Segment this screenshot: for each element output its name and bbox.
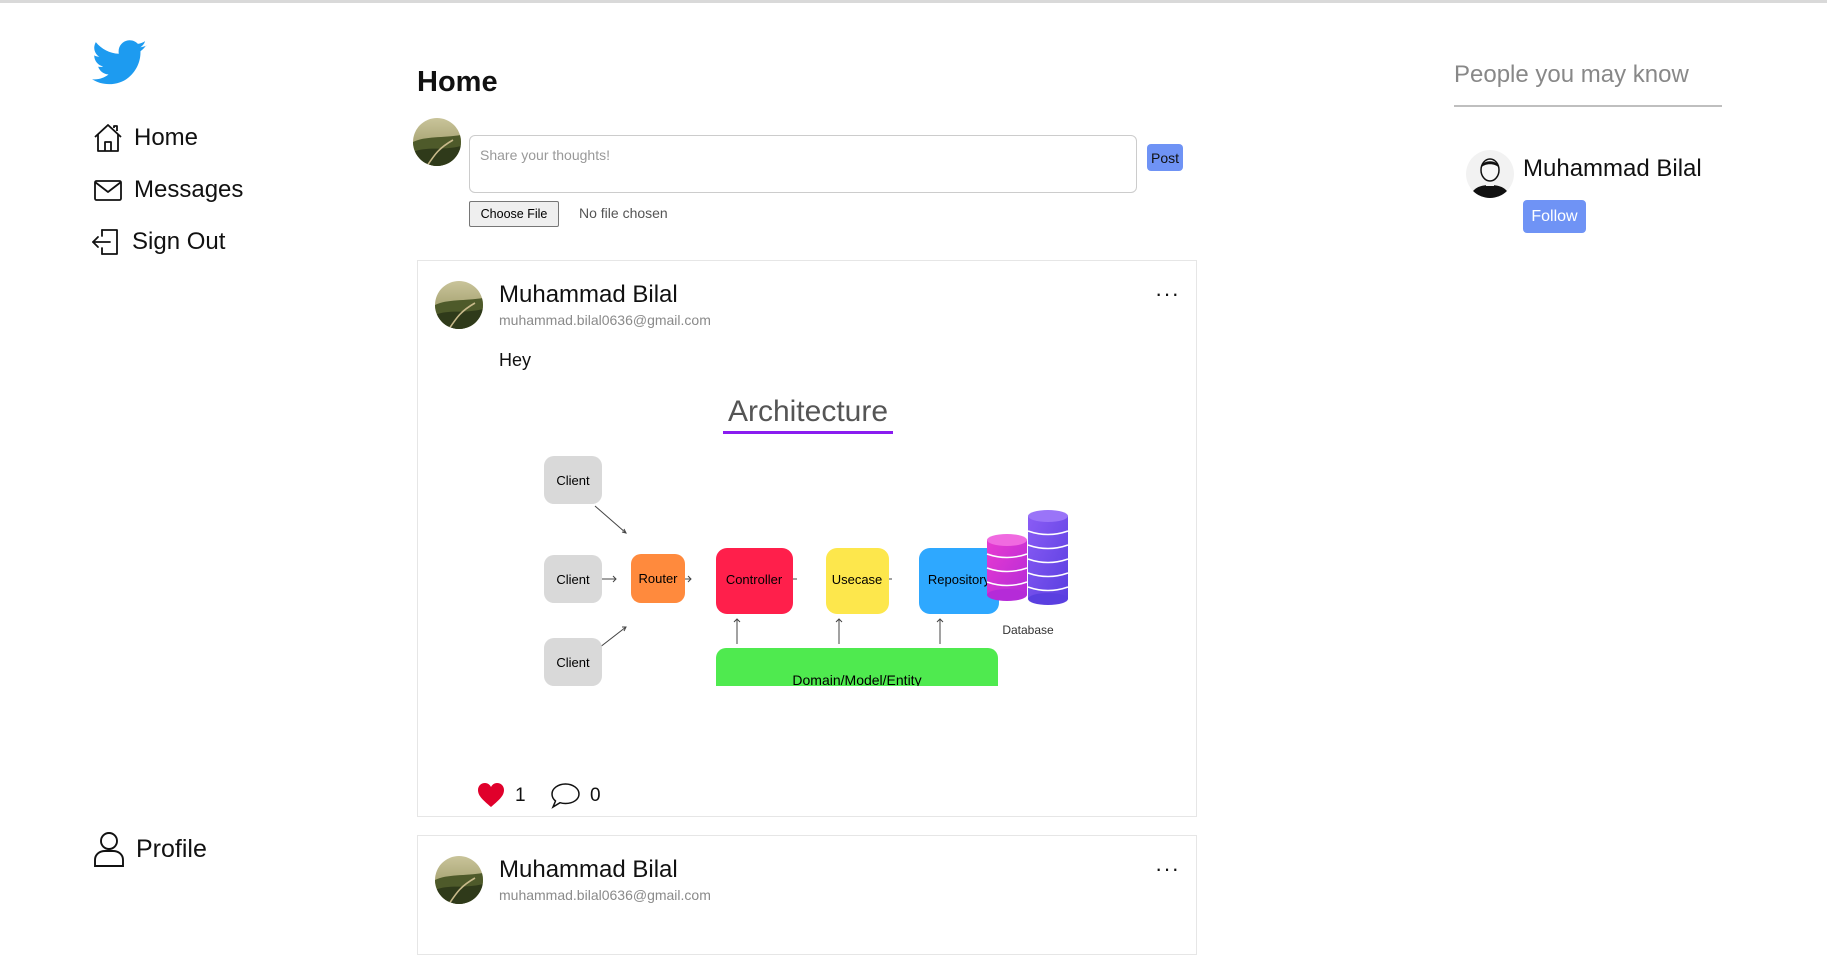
suggestions-divider [1454,105,1722,107]
diagram-database-label: Database [1002,623,1054,637]
diagram-title-underline [723,431,893,434]
nav-sign-out[interactable]: Sign Out [90,226,225,258]
diagram-client-label: Client [556,655,590,670]
post-author-name[interactable]: Muhammad Bilal [499,281,678,309]
more-icon[interactable]: ··· [1155,281,1180,307]
suggestions-title: People you may know [1454,61,1689,88]
home-icon [94,124,122,152]
twitter-bird-icon[interactable] [92,40,148,86]
sign-out-icon [92,229,118,255]
post-author-email: muhammad.bilal0636@gmail.com [499,312,711,328]
more-icon[interactable]: ··· [1155,856,1180,882]
like-count: 1 [515,785,526,806]
post-card: Muhammad Bilal muhammad.bilal0636@gmail.… [417,835,1197,955]
nav-home[interactable]: Home [92,122,198,154]
post-text: Hey [499,350,532,370]
comment-icon[interactable] [550,782,581,809]
diagram-controller-label: Controller [726,572,783,587]
diagram-usecase-label: Usecase [832,572,883,587]
mail-icon [94,180,122,201]
nav-sign-out-label: Sign Out [132,228,226,255]
diagram-router-label: Router [638,571,678,586]
suggestion-name[interactable]: Muhammad Bilal [1523,155,1702,183]
nav-profile-label: Profile [136,834,207,863]
page-title: Home [417,66,498,98]
nav-messages[interactable]: Messages [92,174,243,206]
post-avatar[interactable] [435,281,483,329]
nav-home-label: Home [134,124,199,151]
user-icon [94,832,124,867]
diagram-domain-label: Domain/Model/Entity [792,672,921,686]
post-button[interactable]: Post [1147,144,1183,171]
suggestion-avatar[interactable] [1466,150,1514,198]
diagram-client-label: Client [556,473,590,488]
composer-input[interactable] [469,135,1137,193]
diagram-client-label: Client [556,572,590,587]
post-image-architecture: Architecture Client Client Client Router… [544,395,1069,686]
nav-messages-label: Messages [134,176,244,203]
diagram-database-icon [986,510,1069,605]
diagram-title: Architecture [728,395,888,428]
post-avatar[interactable] [435,856,483,904]
composer-avatar [413,118,461,166]
top-border [0,0,1827,3]
comment-count: 0 [590,785,601,806]
follow-button[interactable]: Follow [1523,200,1586,233]
post-card: Muhammad Bilal muhammad.bilal0636@gmail.… [417,260,1197,817]
diagram-repository-label: Repository [928,572,991,587]
heart-icon[interactable] [477,782,505,808]
file-status: No file chosen [579,205,668,221]
post-author-email: muhammad.bilal0636@gmail.com [499,887,711,903]
post-author-name[interactable]: Muhammad Bilal [499,856,678,884]
nav-profile[interactable]: Profile [92,830,207,868]
choose-file-button[interactable]: Choose File [469,201,559,227]
